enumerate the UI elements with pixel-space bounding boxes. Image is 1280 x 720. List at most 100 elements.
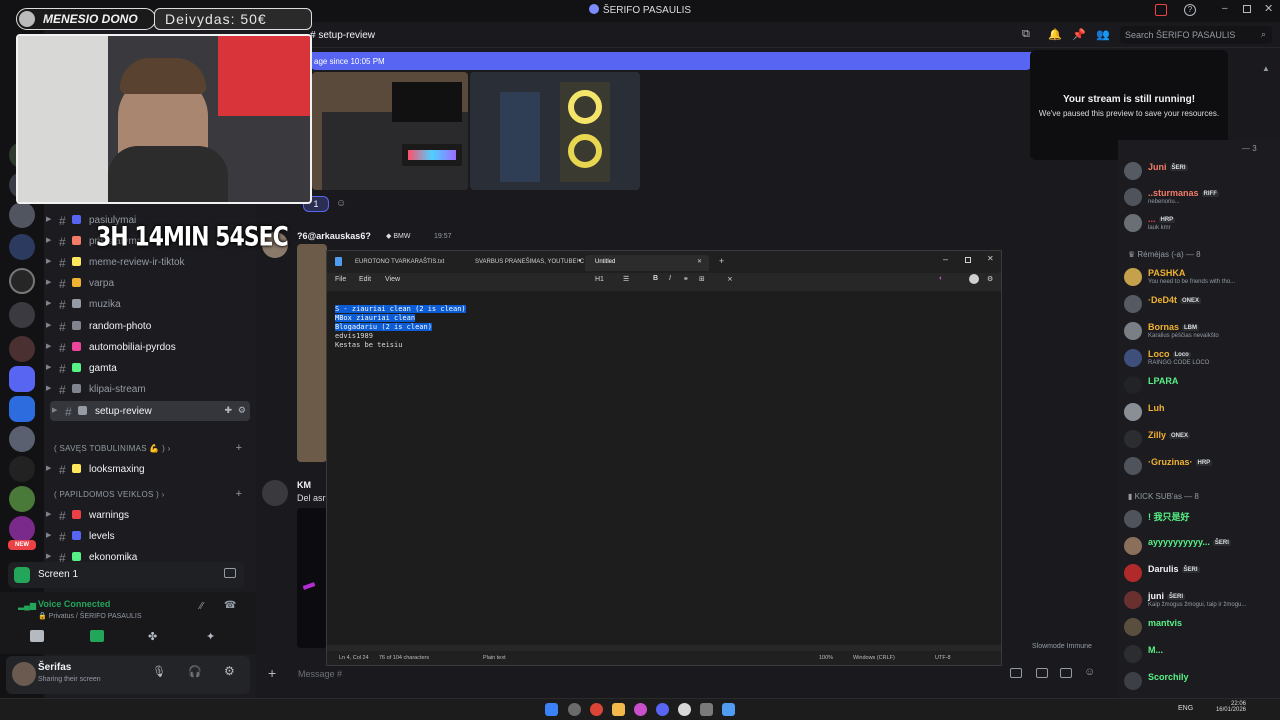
minimize-icon[interactable]: – <box>943 254 948 264</box>
noise-suppression-icon[interactable]: ⁄⁄ <box>200 601 203 612</box>
avatar[interactable] <box>1124 403 1142 421</box>
channel-gamta[interactable]: ▶ # gamta <box>44 358 252 378</box>
server-icon[interactable] <box>9 302 35 328</box>
chevron-right-icon[interactable]: ▶ <box>52 406 57 414</box>
invite-icon[interactable]: ✚ <box>224 405 232 416</box>
channel-muzika[interactable]: ▶ # muzika <box>44 294 252 314</box>
pin-icon[interactable]: 📌 <box>1072 28 1086 41</box>
sticker-icon[interactable] <box>1060 668 1072 678</box>
member-item[interactable]: ·Gruzinas· HRP <box>1124 455 1274 477</box>
clock[interactable]: 22:06 16/01/2026 <box>1212 701 1246 713</box>
chevron-right-icon[interactable]: ▶ <box>46 342 51 350</box>
member-item[interactable]: mantvis <box>1124 616 1274 638</box>
tab-file[interactable]: SVARBUS PRANEŠIMAS, YOUTUBE! C <box>465 255 585 271</box>
server-icon[interactable] <box>9 202 35 228</box>
server-icon[interactable] <box>9 456 35 482</box>
threads-icon[interactable]: ⧉ <box>1022 28 1030 41</box>
attached-image[interactable] <box>297 244 327 462</box>
copilot-icon[interactable]: ◐ <box>939 275 943 282</box>
file-explorer-icon[interactable] <box>612 703 625 716</box>
avatar[interactable] <box>1124 214 1142 232</box>
clear-format-icon[interactable]: ⨯ <box>727 275 733 283</box>
channel-automobiliai-pyrdos[interactable]: ▶ # automobiliai-pyrdos <box>44 337 252 357</box>
app-icon[interactable] <box>634 703 647 716</box>
close-icon[interactable]: ✕ <box>987 254 994 263</box>
add-reaction-icon[interactable]: ☺ <box>336 198 346 209</box>
server-icon[interactable] <box>9 268 35 294</box>
channel-levels[interactable]: ▶ # levels <box>44 526 252 546</box>
avatar[interactable] <box>1124 430 1142 448</box>
scroll-up-icon[interactable]: ▲ <box>1262 64 1270 73</box>
tab-untitled[interactable]: Untitled <box>585 255 709 271</box>
channel-setup-review[interactable]: ▶ # setup-review ✚ ⚙ <box>50 401 250 421</box>
avatar[interactable] <box>1124 645 1142 663</box>
chevron-right-icon[interactable]: ▶ <box>46 464 51 472</box>
channel-warnings[interactable]: ▶ # warnings <box>44 505 252 525</box>
chevron-right-icon[interactable]: ▶ <box>46 299 51 307</box>
member-item[interactable]: M... <box>1124 643 1274 665</box>
avatar[interactable] <box>262 480 288 506</box>
chevron-right-icon[interactable]: ▶ <box>46 278 51 286</box>
attached-image[interactable] <box>312 72 468 190</box>
channel-meme-review-ir-tiktok[interactable]: ▶ # meme-review-ir-tiktok <box>44 252 252 272</box>
disconnect-icon[interactable]: ☎ <box>224 600 236 611</box>
link-icon[interactable]: ⚭ <box>683 275 689 283</box>
close-icon[interactable]: ✕ <box>1264 2 1273 15</box>
settings-gear-icon[interactable]: ⚙ <box>987 275 993 283</box>
channel-random-photo[interactable]: ▶ # random-photo <box>44 316 252 336</box>
encoding[interactable]: UTF-8 <box>935 655 951 661</box>
line-ending[interactable]: Windows (CRLF) <box>853 655 895 661</box>
member-item[interactable]: Zilly ONEX <box>1124 428 1274 450</box>
member-item[interactable]: Loco Loco RAINGG CODE LOCO <box>1124 347 1274 369</box>
member-item[interactable]: Darulis ŠERI <box>1124 562 1274 584</box>
maximize-icon[interactable] <box>965 257 971 263</box>
language-indicator[interactable]: ENG <box>1178 705 1193 712</box>
avatar[interactable] <box>12 662 36 686</box>
avatar[interactable] <box>1124 322 1142 340</box>
avatar[interactable] <box>1124 162 1142 180</box>
table-icon[interactable]: ⊞ <box>699 275 705 283</box>
tab-close-icon[interactable]: ✕ <box>697 258 702 265</box>
channel-klipai-stream[interactable]: ▶ # klipai-stream <box>44 379 252 399</box>
popout-icon[interactable] <box>224 568 236 578</box>
chevron-right-icon[interactable]: ▶ <box>46 363 51 371</box>
text-line[interactable]: edvis1989 <box>335 332 373 340</box>
tab-file[interactable]: EUROTONO TVARKARAŠTIS.txt <box>345 255 465 271</box>
chevron-right-icon[interactable]: ▶ <box>46 257 51 265</box>
settings-gear-icon[interactable]: ⚙ <box>224 664 235 678</box>
server-icon[interactable] <box>9 426 35 452</box>
message-author[interactable]: KM <box>297 480 311 490</box>
member-item[interactable]: PASHKA You need to be friends with tho... <box>1124 266 1274 288</box>
member-list-icon[interactable]: 👥 <box>1096 28 1110 41</box>
chrome-icon[interactable] <box>590 703 603 716</box>
headphones-icon[interactable]: 🎧 <box>188 665 202 678</box>
soundboard-icon[interactable]: ✦ <box>206 630 215 643</box>
minimize-icon[interactable]: – <box>1222 3 1228 14</box>
member-item[interactable]: Bornas LBM Karalius pėščias nevaikšto <box>1124 320 1274 342</box>
attached-video[interactable] <box>297 508 327 648</box>
discord-icon[interactable] <box>656 703 669 716</box>
member-item[interactable]: ..sturmanas RIFF nebenoriu... <box>1124 186 1274 208</box>
menu-view[interactable]: View <box>385 276 400 283</box>
category-self-improvement[interactable]: ( SAVĘS TOBULINIMAS 💪 ) › <box>54 444 171 453</box>
server-icon[interactable] <box>9 396 35 422</box>
gif-icon[interactable] <box>1036 668 1048 678</box>
server-icon[interactable] <box>9 486 35 512</box>
help-icon[interactable]: ? <box>1184 4 1196 16</box>
avatar[interactable] <box>1124 295 1142 313</box>
italic-icon[interactable]: I <box>669 275 671 282</box>
avatar[interactable] <box>1124 349 1142 367</box>
avatar[interactable] <box>1124 537 1142 555</box>
avatar[interactable] <box>1124 591 1142 609</box>
app-icon[interactable] <box>700 703 713 716</box>
emoji-icon[interactable]: ☺ <box>1084 666 1095 678</box>
avatar[interactable] <box>1124 188 1142 206</box>
member-item[interactable]: ·DeD4t ONEX <box>1124 293 1274 315</box>
start-icon[interactable] <box>545 703 558 716</box>
server-icon[interactable] <box>9 366 35 392</box>
message-author[interactable]: ?6@arkauskas6? <box>297 231 371 241</box>
list-icon[interactable]: ☰ <box>623 275 629 283</box>
notepad-icon[interactable] <box>722 703 735 716</box>
member-item[interactable]: LPARA <box>1124 374 1274 396</box>
chevron-right-icon[interactable]: ▶ <box>46 510 51 518</box>
